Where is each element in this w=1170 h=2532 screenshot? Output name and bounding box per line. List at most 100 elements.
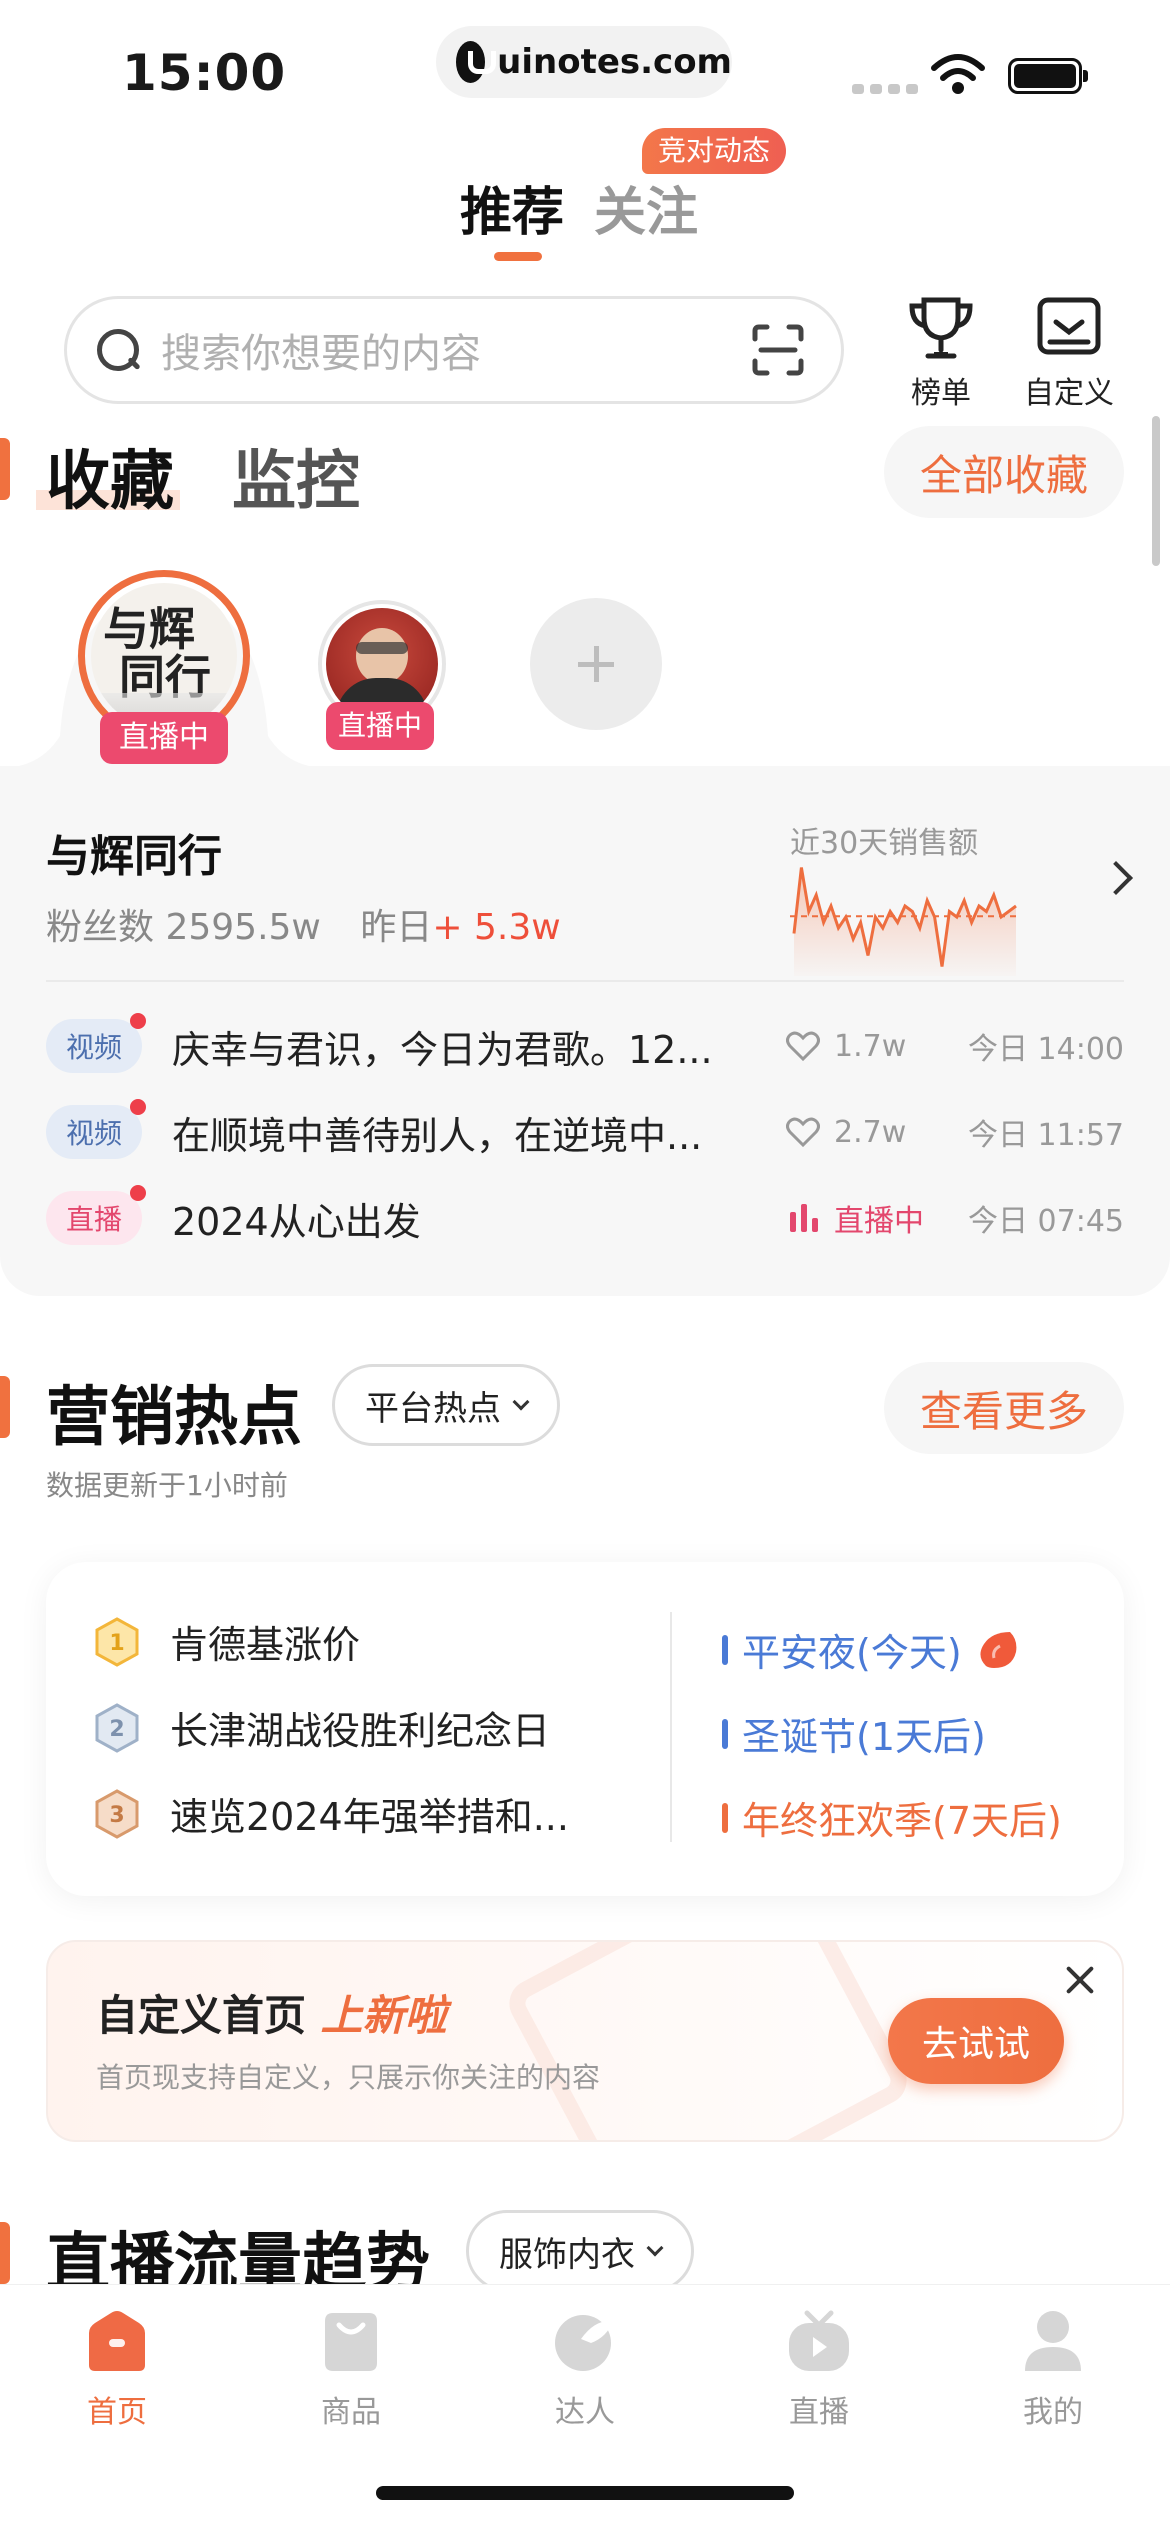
heart-icon — [786, 1031, 820, 1061]
nav-live[interactable]: 直播 — [702, 2309, 936, 2431]
live-status: 直播中 — [790, 1196, 924, 1240]
top-tabs: 推荐 关注 — [460, 170, 698, 245]
avatar-image: 与辉 同行 — [91, 583, 237, 729]
rank-bronze-icon: 3 — [95, 1788, 139, 1839]
chevron-down-icon — [512, 1393, 530, 1411]
status-time: 15:00 — [122, 44, 287, 102]
battery-icon — [1008, 58, 1088, 94]
rank-gold-icon: 1 — [95, 1616, 139, 1667]
event-item[interactable]: 圣诞节(1天后) — [722, 1706, 986, 1761]
customize-label: 自定义 — [1024, 376, 1114, 411]
svg-text:1: 1 — [109, 1631, 124, 1656]
sales-sparkline — [790, 867, 1020, 976]
search-input[interactable]: 搜索你想要的内容 — [161, 321, 751, 379]
feed-likes: 1.7w — [786, 1029, 906, 1064]
hotspot-card: 1 肯德基涨价 2 长津湖战役胜利纪念日 3 速览2024年强举措和... 平安… — [46, 1562, 1124, 1896]
anchor-stats: 粉丝数 2595.5w 昨日+ 5.3w — [46, 898, 561, 950]
anchor-name[interactable]: 与辉同行 — [46, 820, 222, 884]
tab-collect[interactable]: 收藏 — [46, 430, 174, 522]
svg-text:3: 3 — [109, 1803, 124, 1828]
feed-likes: 2.7w — [786, 1115, 906, 1150]
banner-decoration — [501, 1942, 915, 2140]
try-button[interactable]: 去试试 — [888, 1998, 1064, 2084]
section-marker — [0, 438, 10, 500]
site-logo-icon — [456, 41, 497, 83]
nav-influencers[interactable]: 达人 — [468, 2309, 702, 2431]
divider — [670, 1612, 672, 1842]
banner-title: 自定义首页 上新啦 — [96, 1991, 447, 2040]
event-item[interactable]: 平安夜(今天) — [722, 1622, 1020, 1677]
divider — [46, 980, 1124, 982]
all-collect-button[interactable]: 全部收藏 — [884, 426, 1124, 518]
competitor-badge: 竞对动态 — [642, 128, 787, 174]
custom-home-banner[interactable]: 自定义首页 上新啦 首页现支持自定义，只展示你关注的内容 去试试 — [46, 1940, 1124, 2142]
feed-time: 今日 14:00 — [968, 1032, 1124, 1067]
updated-time: 数据更新于1小时前 — [46, 1469, 288, 1502]
rank-silver-icon: 2 — [95, 1702, 139, 1753]
banner-subtitle: 首页现支持自定义，只展示你关注的内容 — [96, 2061, 601, 2094]
category-dropdown[interactable]: 服饰内衣 — [466, 2210, 694, 2292]
nav-products[interactable]: 商品 — [234, 2309, 468, 2431]
add-collect-button[interactable] — [530, 598, 662, 730]
marketing-title: 营销热点 — [46, 1381, 302, 1455]
yesterday-label: 昨日 — [360, 907, 433, 948]
live-bars-icon — [790, 1204, 820, 1232]
event-item[interactable]: 年终狂欢季(7天后) — [722, 1790, 1062, 1845]
feed-time: 今日 07:45 — [968, 1204, 1124, 1239]
influencer-icon — [555, 2315, 613, 2371]
close-icon[interactable] — [1062, 1962, 1098, 1998]
live-badge: 直播中 — [326, 702, 434, 750]
ranking-label: 榜单 — [911, 376, 971, 411]
tab-underline — [494, 252, 542, 261]
cellular-signal-icon — [852, 84, 918, 94]
feed-time: 今日 11:57 — [968, 1118, 1124, 1153]
shopping-bag-icon — [325, 2313, 377, 2371]
sparkline-area — [794, 867, 1016, 976]
video-tag: 视频 — [46, 1013, 146, 1073]
see-more-button[interactable]: 查看更多 — [884, 1362, 1124, 1454]
sales-label: 近30天销售额 — [790, 826, 979, 861]
status-bar: 15:00 uinotes.com — [0, 0, 1170, 120]
live-tv-icon — [789, 2310, 849, 2371]
tab-monitor[interactable]: 监控 — [232, 430, 360, 522]
feed-item[interactable]: 视频 庆幸与君识，今日为君歌。12... 1.7w 今日 14:00 — [46, 1013, 1124, 1076]
trophy-icon — [909, 297, 973, 359]
customize-icon — [1037, 297, 1101, 355]
section-marker — [0, 1376, 10, 1438]
wifi-icon — [931, 54, 985, 94]
search-bar[interactable]: 搜索你想要的内容 — [64, 296, 844, 404]
scan-icon[interactable] — [751, 323, 805, 377]
hot-item[interactable]: 2 长津湖战役胜利纪念日 — [94, 1700, 550, 1755]
chevron-down-icon — [646, 2239, 664, 2257]
feed-title: 2024从心出发 — [172, 1199, 421, 1244]
tab-recommend[interactable]: 推荐 — [460, 170, 564, 245]
home-indicator — [376, 2486, 794, 2500]
customize-button[interactable]: 自定义 — [1024, 296, 1114, 412]
tab-follow[interactable]: 关注 — [594, 170, 698, 245]
heart-icon — [786, 1117, 820, 1147]
avatar-calligraphy: 与辉 同行 — [103, 602, 211, 704]
fans-value: 2595.5w — [165, 907, 321, 948]
scrollbar[interactable] — [1152, 416, 1160, 566]
nav-home[interactable]: 首页 — [0, 2309, 234, 2431]
feed-title: 在顺境中善待别人，在逆境中... — [172, 1113, 703, 1158]
ranking-button[interactable]: 榜单 — [906, 296, 976, 412]
url-text: uinotes.com — [497, 42, 732, 82]
yesterday-value: + 5.3w — [432, 907, 561, 948]
fans-label: 粉丝数 — [46, 907, 155, 948]
user-icon — [1025, 2311, 1081, 2371]
nav-me[interactable]: 我的 — [936, 2309, 1170, 2431]
svg-text:2: 2 — [109, 1717, 124, 1742]
feed-item[interactable]: 视频 在顺境中善待别人，在逆境中... 2.7w 今日 11:57 — [46, 1099, 1124, 1162]
platform-hotspot-dropdown[interactable]: 平台热点 — [332, 1364, 560, 1446]
live-tag: 直播 — [46, 1185, 146, 1245]
hot-item[interactable]: 1 肯德基涨价 — [94, 1614, 360, 1669]
home-icon — [89, 2311, 145, 2371]
hot-item[interactable]: 3 速览2024年强举措和... — [94, 1786, 569, 1841]
url-pill[interactable]: uinotes.com — [436, 26, 732, 98]
feed-item[interactable]: 直播 2024从心出发 直播中 今日 07:45 — [46, 1185, 1124, 1248]
unread-dot — [130, 1013, 146, 1029]
video-tag: 视频 — [46, 1099, 146, 1159]
feed-title: 庆幸与君识，今日为君歌。12... — [172, 1027, 713, 1072]
search-icon — [95, 327, 141, 373]
